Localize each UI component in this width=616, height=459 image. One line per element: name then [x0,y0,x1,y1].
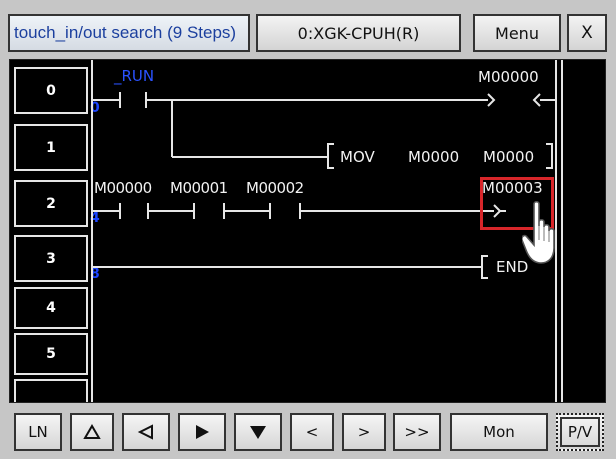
mov-destination: M0000 [483,148,535,166]
triangle-left-outline-icon [137,424,153,440]
triangle-down-filled-icon [250,426,266,439]
mov-source: M0000 [408,148,460,166]
contact-m00000-label: M00000 [94,179,152,197]
contact-run-label: _RUN [114,67,155,85]
pv-toggle-button[interactable]: P/V [556,413,604,451]
mov-instruction: MOV [340,148,375,166]
contact-m00002-label: M00002 [246,179,304,197]
ladder-wiring [91,60,557,402]
scroll-down-button[interactable] [234,413,282,451]
scroll-left-button[interactable] [122,413,170,451]
hand-pointer-icon [522,200,555,264]
scroll-up-button[interactable] [70,413,114,451]
scroll-right-button[interactable] [178,413,226,451]
ln-button[interactable]: LN [14,413,62,451]
app-window: touch_in/out search (9 Steps) 0:XGK-CPUH… [0,0,616,459]
previous-button[interactable]: < [290,413,334,451]
menu-button[interactable]: Menu [473,14,561,52]
triangle-up-outline-icon [83,424,101,439]
next-button[interactable]: > [342,413,386,451]
contact-m00001-label: M00001 [170,179,228,197]
skip-forward-button[interactable]: >> [393,413,441,451]
coil-m00000-label: M00000 [478,68,539,86]
close-button[interactable]: X [567,14,607,52]
triangle-right-filled-icon [196,425,209,439]
ladder-scrollbar[interactable] [561,60,605,402]
window-title: touch_in/out search (9 Steps) [8,14,250,52]
monitor-button[interactable]: Mon [450,413,548,451]
cpu-selector-button[interactable]: 0:XGK-CPUH(R) [256,14,461,52]
ladder-editor[interactable]: 0 1 2 3 4 5 6 0 4 8 [9,59,606,403]
